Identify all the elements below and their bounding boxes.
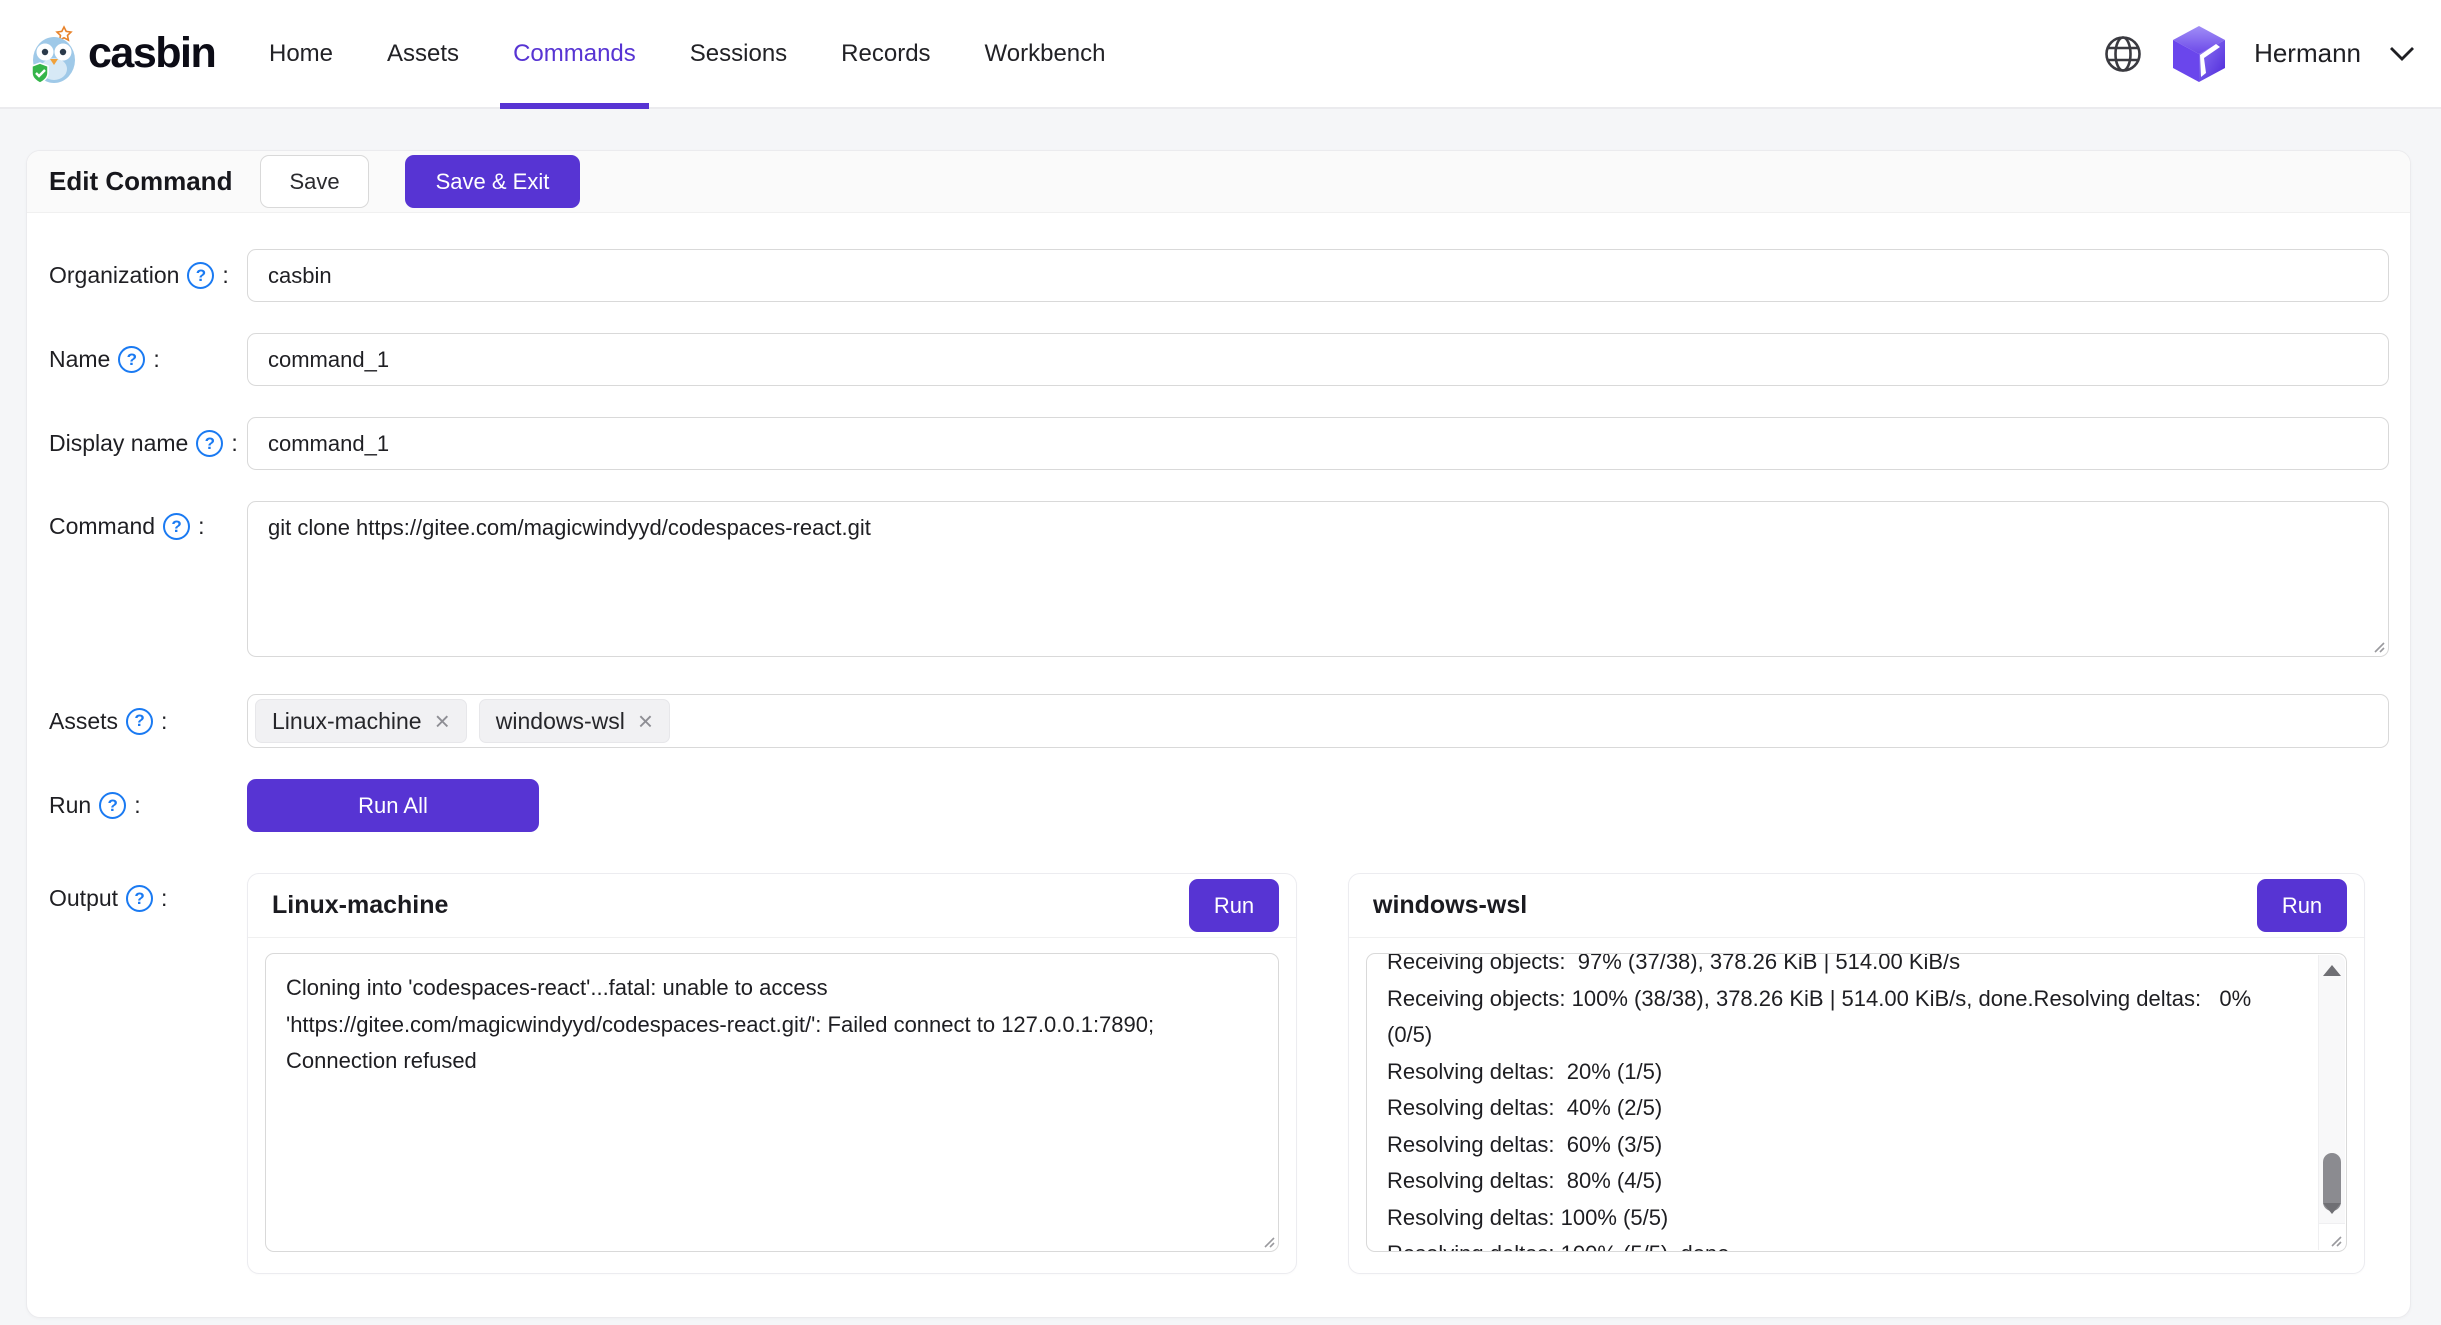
- card-header: Edit Command Save Save & Exit: [27, 151, 2410, 213]
- nav-item-home[interactable]: Home: [242, 0, 360, 107]
- remove-tag-icon[interactable]: [638, 708, 653, 734]
- name-label-text: Name: [49, 346, 110, 373]
- edit-command-card: Edit Command Save Save & Exit Organizati…: [26, 150, 2411, 1318]
- command-textarea[interactable]: git clone https://gitee.com/magicwindyyd…: [268, 515, 2368, 643]
- linux-machine-output[interactable]: Cloning into 'codespaces-react'...fatal:…: [265, 953, 1279, 1252]
- windows-wsl-output[interactable]: Receiving objects: 97% (37/38), 378.26 K…: [1366, 953, 2347, 1252]
- save-button[interactable]: Save: [260, 155, 368, 208]
- save-exit-button[interactable]: Save & Exit: [405, 155, 581, 208]
- language-globe-icon[interactable]: [2102, 33, 2144, 75]
- resize-handle-icon[interactable]: [1259, 1232, 1275, 1248]
- help-icon[interactable]: [196, 430, 223, 457]
- run-label: Run: [49, 792, 247, 819]
- panel-header: windows-wsl Run: [1349, 874, 2364, 938]
- display-name-label: Display name: [49, 430, 247, 457]
- output-panels: Linux-machine Run Cloning into 'codespac…: [247, 873, 2365, 1274]
- asset-tag-label: Linux-machine: [272, 708, 422, 735]
- nav-item-records[interactable]: Records: [814, 0, 957, 107]
- label-colon: [198, 513, 204, 540]
- name-label: Name: [49, 346, 247, 373]
- panel-body: Receiving objects: 97% (37/38), 378.26 K…: [1349, 938, 2364, 1252]
- help-icon[interactable]: [163, 513, 190, 540]
- label-colon: [153, 346, 159, 373]
- output-text: Receiving objects: 97% (37/38), 378.26 K…: [1387, 953, 2294, 1252]
- row-name: Name: [49, 333, 2389, 386]
- panel-title: windows-wsl: [1373, 891, 1527, 920]
- label-colon: [231, 430, 237, 457]
- row-display-name: Display name: [49, 417, 2389, 470]
- main-nav: Home Assets Commands Sessions Records Wo…: [242, 0, 1133, 107]
- output-panel-linux-machine: Linux-machine Run Cloning into 'codespac…: [247, 873, 1297, 1274]
- assets-select[interactable]: Linux-machine windows-wsl: [247, 694, 2389, 748]
- organization-label-text: Organization: [49, 262, 179, 289]
- app-root: casbin Home Assets Commands Sessions Rec…: [0, 0, 2441, 1318]
- help-icon[interactable]: [126, 708, 153, 735]
- row-output: Output Linux-machine Run: [49, 873, 2389, 1274]
- label-colon: [161, 885, 167, 912]
- nav-item-workbench[interactable]: Workbench: [958, 0, 1133, 107]
- page-title: Edit Command: [49, 166, 232, 197]
- resize-handle-icon[interactable]: [2369, 637, 2385, 653]
- display-name-label-text: Display name: [49, 430, 188, 457]
- command-textarea-wrap: git clone https://gitee.com/magicwindyyd…: [247, 501, 2389, 657]
- resize-handle-icon[interactable]: [2326, 1231, 2342, 1247]
- panel-title: Linux-machine: [272, 891, 448, 920]
- row-assets: Assets Linux-machine windows-wsl: [49, 694, 2389, 748]
- display-name-input[interactable]: [247, 417, 2389, 470]
- scrollbar-corner: [2318, 1223, 2345, 1250]
- scroll-up-icon[interactable]: [2323, 965, 2341, 976]
- help-icon[interactable]: [118, 346, 145, 373]
- chevron-down-icon[interactable]: [2389, 46, 2415, 62]
- command-label-text: Command: [49, 513, 155, 540]
- output-label: Output: [49, 873, 247, 912]
- label-colon: [134, 792, 140, 819]
- panel-header: Linux-machine Run: [248, 874, 1296, 938]
- row-organization: Organization: [49, 249, 2389, 302]
- row-command: Command git clone https://gitee.com/magi…: [49, 501, 2389, 657]
- help-icon[interactable]: [126, 885, 153, 912]
- card-body: Organization Name: [27, 213, 2410, 1274]
- nav-item-assets[interactable]: Assets: [360, 0, 486, 107]
- label-colon: [161, 708, 167, 735]
- organization-input[interactable]: [247, 249, 2389, 302]
- row-run: Run Run All: [49, 779, 2389, 832]
- asset-tag-label: windows-wsl: [496, 708, 625, 735]
- scroll-down-icon[interactable]: [2323, 1203, 2341, 1214]
- username[interactable]: Hermann: [2254, 38, 2361, 69]
- panel-body: Cloning into 'codespaces-react'...fatal:…: [248, 938, 1296, 1252]
- run-label-text: Run: [49, 792, 91, 819]
- navbar-right: Hermann: [2102, 25, 2415, 83]
- run-linux-machine-button[interactable]: Run: [1189, 879, 1279, 932]
- output-label-text: Output: [49, 885, 118, 912]
- name-input[interactable]: [247, 333, 2389, 386]
- casbin-brand[interactable]: casbin: [26, 22, 242, 86]
- remove-tag-icon[interactable]: [435, 708, 450, 734]
- output-text: Cloning into 'codespaces-react'...fatal:…: [286, 970, 1258, 1080]
- casbin-owl-icon: [26, 22, 84, 86]
- assets-label: Assets: [49, 708, 247, 735]
- asset-tag-linux-machine: Linux-machine: [255, 699, 467, 743]
- user-avatar[interactable]: [2172, 25, 2226, 83]
- help-icon[interactable]: [99, 792, 126, 819]
- output-panel-windows-wsl: windows-wsl Run Receiving objects: 97% (…: [1348, 873, 2365, 1274]
- asset-tag-windows-wsl: windows-wsl: [479, 699, 670, 743]
- top-navbar: casbin Home Assets Commands Sessions Rec…: [0, 0, 2441, 109]
- page-content: Edit Command Save Save & Exit Organizati…: [0, 109, 2441, 1318]
- command-label: Command: [49, 501, 247, 540]
- label-colon: [222, 262, 228, 289]
- organization-label: Organization: [49, 262, 247, 289]
- scrollbar[interactable]: [2318, 955, 2345, 1224]
- run-all-button[interactable]: Run All: [247, 779, 539, 832]
- nav-item-commands[interactable]: Commands: [486, 0, 663, 107]
- run-windows-wsl-button[interactable]: Run: [2257, 879, 2347, 932]
- assets-label-text: Assets: [49, 708, 118, 735]
- nav-item-sessions[interactable]: Sessions: [663, 0, 814, 107]
- help-icon[interactable]: [187, 262, 214, 289]
- brand-name: casbin: [88, 29, 215, 78]
